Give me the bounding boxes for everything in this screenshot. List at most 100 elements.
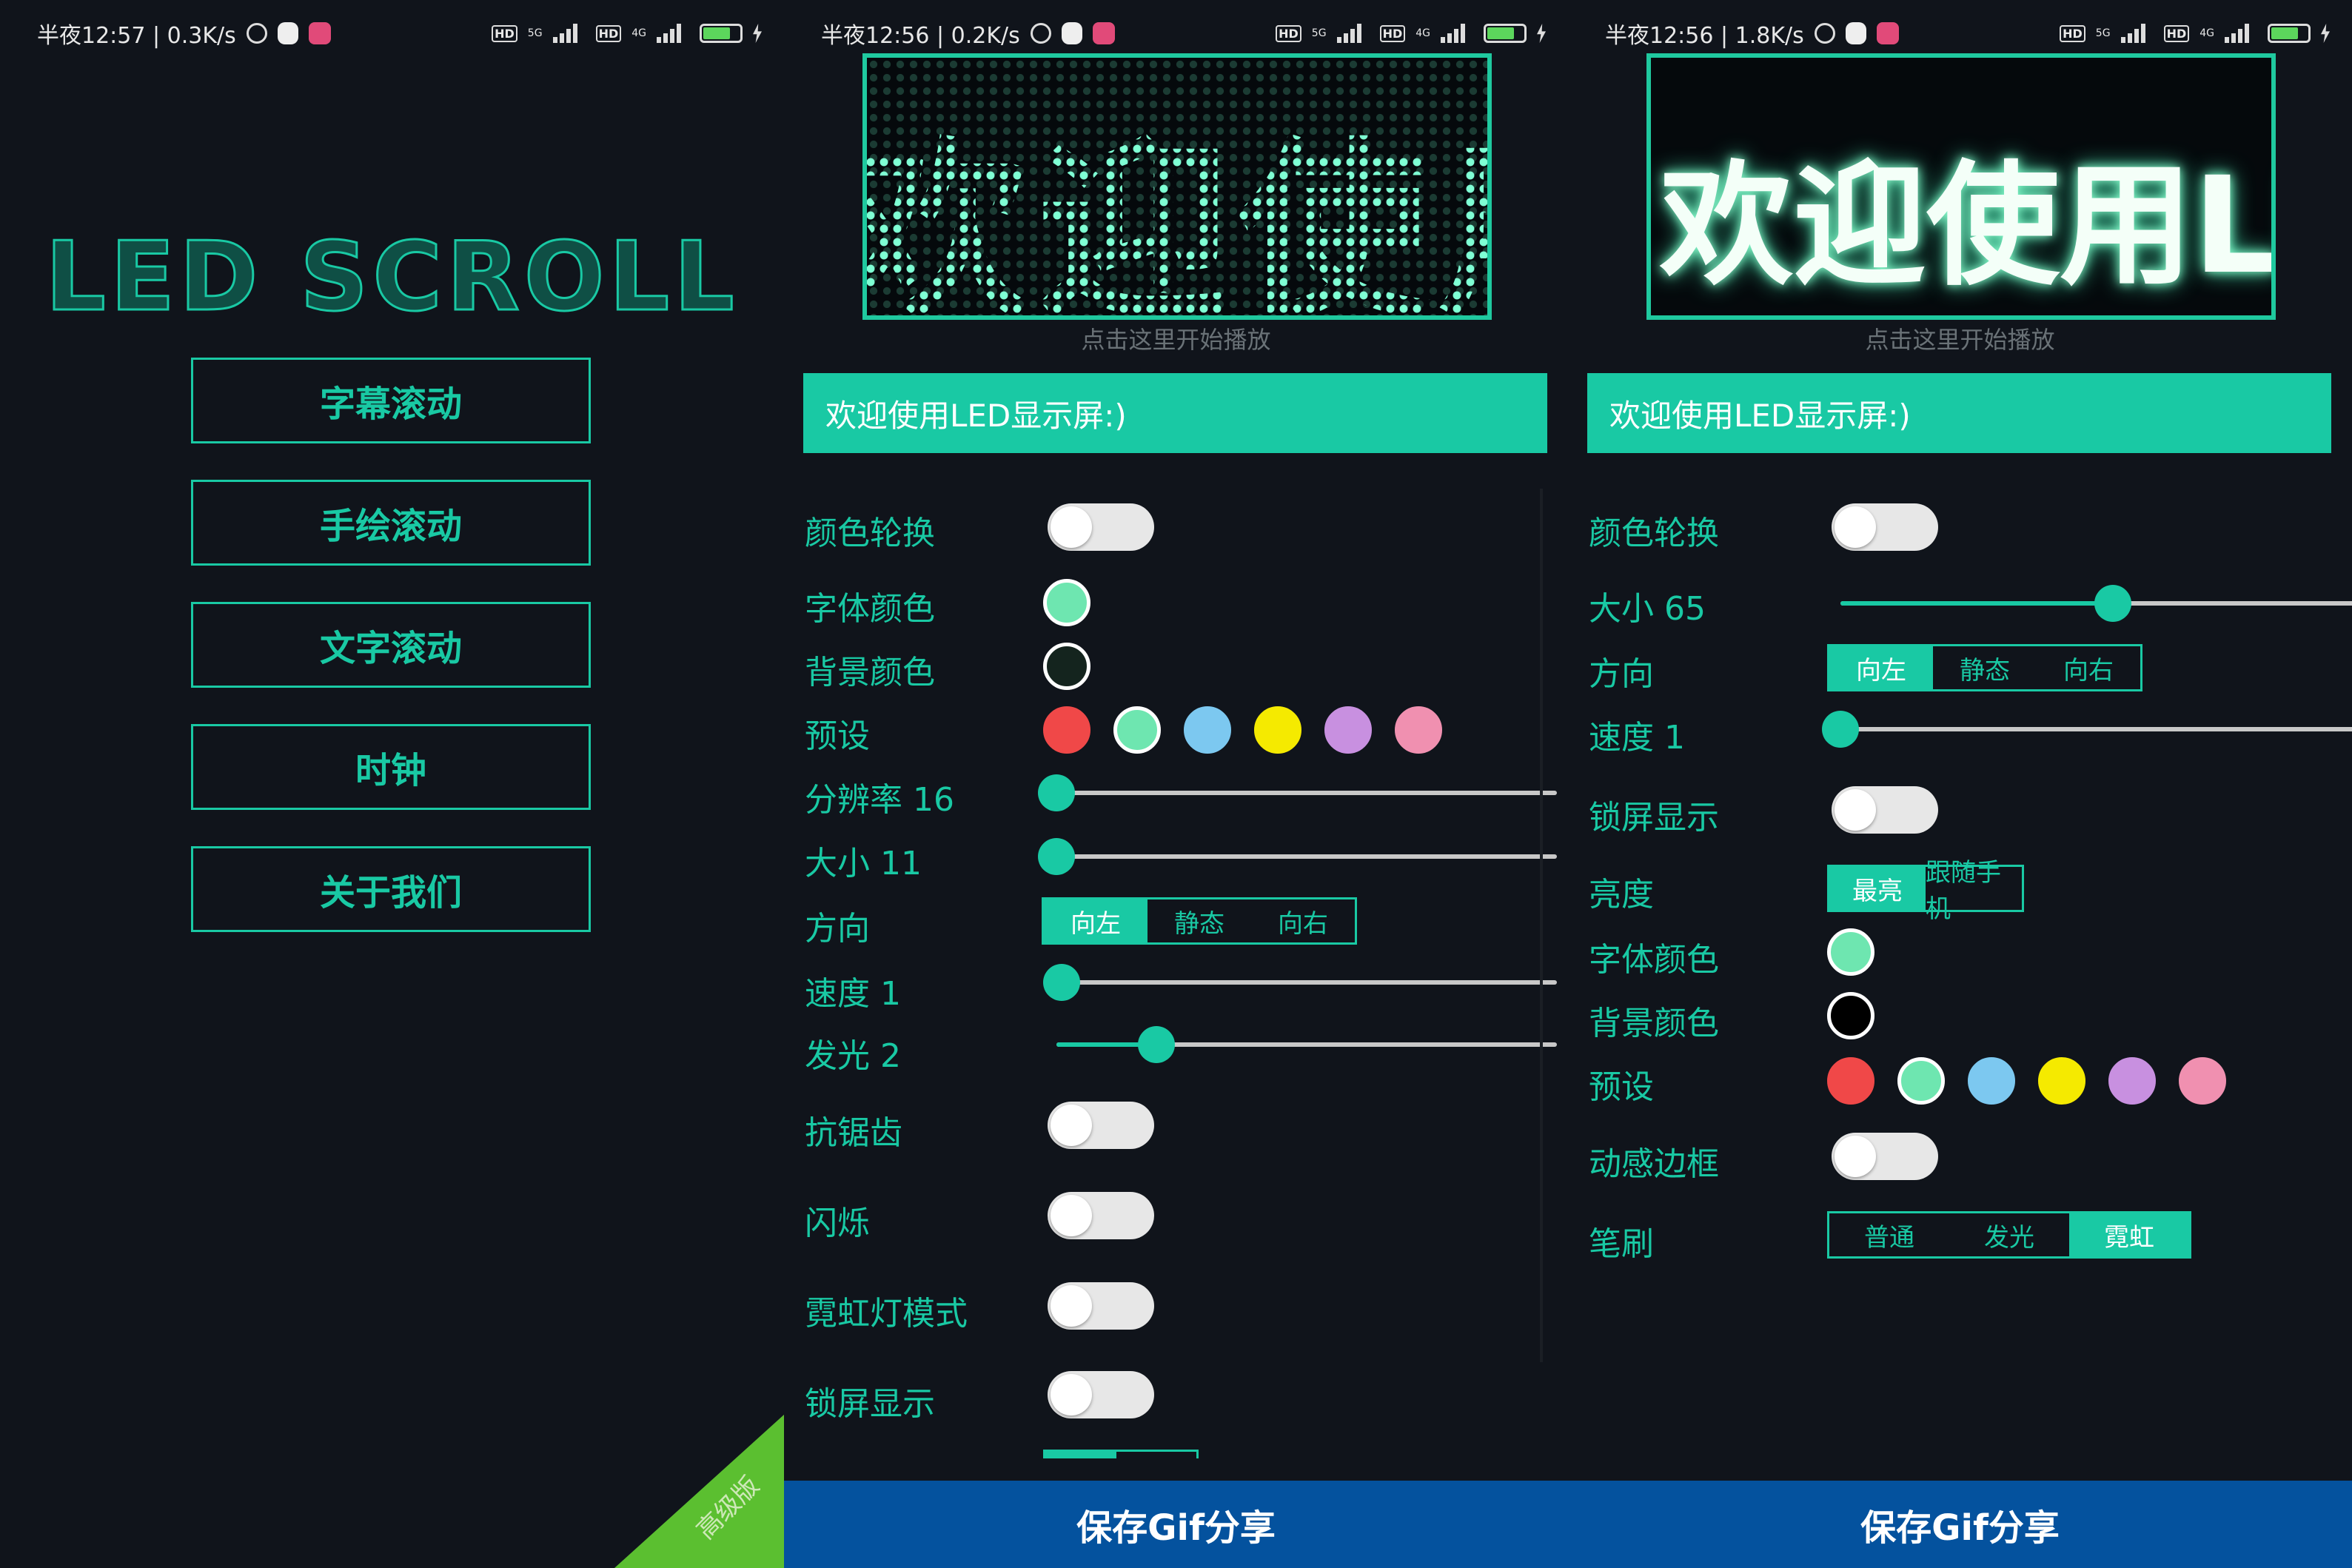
preset-swatch-1[interactable] — [1113, 706, 1161, 754]
brush-option-1[interactable]: 发光 — [1949, 1213, 2069, 1256]
app-notification-icon — [1092, 22, 1115, 44]
size-slider[interactable] — [1038, 838, 1557, 875]
alarm-icon — [1030, 23, 1051, 44]
size-label: 大小 11 — [805, 845, 922, 882]
size-slider[interactable] — [1840, 585, 2352, 622]
direction-option-1[interactable]: 静态 — [1933, 646, 2037, 689]
color-cycle-toggle[interactable] — [1832, 503, 1938, 551]
speed-label: 速度 1 — [805, 975, 901, 1013]
premium-ribbon[interactable]: 高级版 — [614, 1414, 784, 1568]
lock-screen-toggle[interactable] — [1832, 786, 1938, 834]
glow-slider[interactable] — [1056, 1026, 1557, 1063]
preset-swatch-2[interactable] — [1968, 1057, 2015, 1105]
font-color-swatch[interactable] — [1043, 579, 1090, 626]
charging-icon — [2321, 24, 2330, 43]
hd-icon: HD — [2060, 24, 2085, 42]
hd-icon: HD — [2163, 24, 2190, 42]
battery-icon — [2268, 24, 2311, 43]
brush-option-0[interactable]: 普通 — [1829, 1213, 1949, 1256]
menu-subtitle-scroll-button[interactable]: 字幕滚动 — [191, 358, 591, 443]
antialias-toggle[interactable] — [1048, 1102, 1154, 1149]
brightness-segmented-control: 最亮 跟随手机 — [1827, 858, 2024, 924]
hd-icon: HD — [1379, 24, 1406, 42]
preset-swatch-5[interactable] — [2179, 1057, 2226, 1105]
alarm-icon — [246, 23, 267, 44]
dynamic-border-toggle[interactable] — [1832, 1133, 1938, 1180]
brightness-option-1[interactable]: 跟随手机 — [1926, 858, 2022, 924]
preset-swatch-4[interactable] — [1324, 706, 1372, 754]
speed-slider[interactable] — [1042, 964, 1557, 1001]
menu-text-scroll-button[interactable]: 文字滚动 — [191, 602, 591, 688]
speed-slider[interactable] — [1822, 711, 2352, 748]
dynamic-border-label: 动感边框 — [1589, 1145, 1719, 1183]
network-5g: 5G — [1311, 27, 1327, 39]
lock-screen-toggle[interactable] — [1048, 1371, 1154, 1418]
bg-color-label: 背景颜色 — [1589, 1005, 1719, 1042]
preset-swatch-3[interactable] — [1254, 706, 1301, 754]
direction-segmented-control: 向左 静态 向右 — [1827, 644, 2142, 691]
menu-about-button[interactable]: 关于我们 — [191, 846, 591, 932]
charging-icon — [1537, 24, 1546, 43]
font-color-swatch[interactable] — [1827, 928, 1874, 976]
status-time: 半夜12:56 | 0.2K/s — [821, 23, 1020, 49]
preset-swatch-0[interactable] — [1827, 1057, 1874, 1105]
brush-option-2[interactable]: 霓虹 — [2069, 1213, 2189, 1256]
direction-option-1[interactable]: 静态 — [1147, 899, 1251, 942]
resolution-label: 分辨率 16 — [805, 781, 954, 819]
direction-option-2[interactable]: 向右 — [2037, 646, 2140, 689]
signal-icon — [1336, 24, 1370, 43]
slider-knob[interactable] — [2094, 585, 2131, 622]
direction-option-2[interactable]: 向右 — [1251, 899, 1355, 942]
lock-screen-label: 锁屏显示 — [805, 1385, 935, 1423]
bg-color-swatch[interactable] — [1827, 992, 1874, 1039]
display-text-input[interactable]: 欢迎使用LED显示屏:) — [1587, 373, 2331, 453]
qq-icon — [277, 22, 298, 44]
slider-fill — [1840, 601, 2113, 606]
color-cycle-toggle[interactable] — [1048, 503, 1154, 551]
save-gif-share-button[interactable]: 保存Gif分享 — [784, 1481, 1568, 1568]
color-cycle-label: 颜色轮换 — [1589, 515, 1719, 552]
preset-swatch-4[interactable] — [2108, 1057, 2156, 1105]
menu-clock-button[interactable]: 时钟 — [191, 724, 591, 810]
slider-knob[interactable] — [1038, 838, 1075, 875]
display-text-input[interactable]: 欢迎使用LED显示屏:) — [803, 373, 1547, 453]
preset-swatch-1[interactable] — [1897, 1057, 1945, 1105]
font-color-label: 字体颜色 — [1589, 941, 1719, 979]
resolution-slider[interactable] — [1038, 774, 1557, 811]
brightness-label: 亮度 — [1589, 876, 1654, 914]
signal-icon — [1441, 24, 1473, 43]
preset-swatch-0[interactable] — [1043, 706, 1090, 754]
slider-knob[interactable] — [1038, 774, 1075, 811]
preset-swatch-5[interactable] — [1395, 706, 1442, 754]
direction-label: 方向 — [1589, 655, 1654, 693]
slider-knob[interactable] — [1822, 711, 1859, 748]
slider-knob[interactable] — [1042, 964, 1080, 1001]
preset-swatch-2[interactable] — [1184, 706, 1231, 754]
slider-knob[interactable] — [1138, 1026, 1176, 1063]
hd-icon: HD — [1276, 24, 1301, 42]
network-5g: 5G — [527, 27, 543, 39]
bg-color-swatch[interactable] — [1043, 643, 1090, 690]
status-time: 半夜12:56 | 1.8K/s — [1605, 23, 1804, 49]
text-preview-content: 欢迎使用LE — [1660, 149, 2276, 304]
led-preview-display[interactable]: 欢迎使用 — [862, 53, 1492, 320]
blink-toggle[interactable] — [1048, 1192, 1154, 1239]
menu-hand-draw-scroll-button[interactable]: 手绘滚动 — [191, 480, 591, 566]
direction-option-0[interactable]: 向左 — [1829, 646, 1933, 689]
play-hint: 点击这里开始播放 — [1081, 326, 1271, 354]
status-bar: 半夜12:56 | 0.2K/s HD 5G HD 4G — [821, 15, 1546, 52]
partial-segment-fill — [1045, 1452, 1116, 1458]
settings-scrollbar[interactable] — [1540, 489, 1543, 1362]
signal-icon — [657, 24, 689, 43]
save-gif-share-button[interactable]: 保存Gif分享 — [1568, 1481, 2352, 1568]
hd-icon: HD — [492, 24, 517, 42]
speed-label: 速度 1 — [1589, 719, 1685, 757]
neon-mode-toggle[interactable] — [1048, 1282, 1154, 1330]
qq-icon — [1061, 22, 1082, 44]
text-preview-display[interactable]: 欢迎使用LE — [1646, 53, 2276, 320]
direction-option-0[interactable]: 向左 — [1044, 899, 1147, 942]
led-preview-text: 欢迎使用 — [867, 76, 1487, 315]
brightness-option-0[interactable]: 最亮 — [1829, 867, 1926, 910]
status-bar: 半夜12:57 | 0.3K/s HD 5G HD 4G — [37, 15, 762, 52]
preset-swatch-3[interactable] — [2038, 1057, 2085, 1105]
